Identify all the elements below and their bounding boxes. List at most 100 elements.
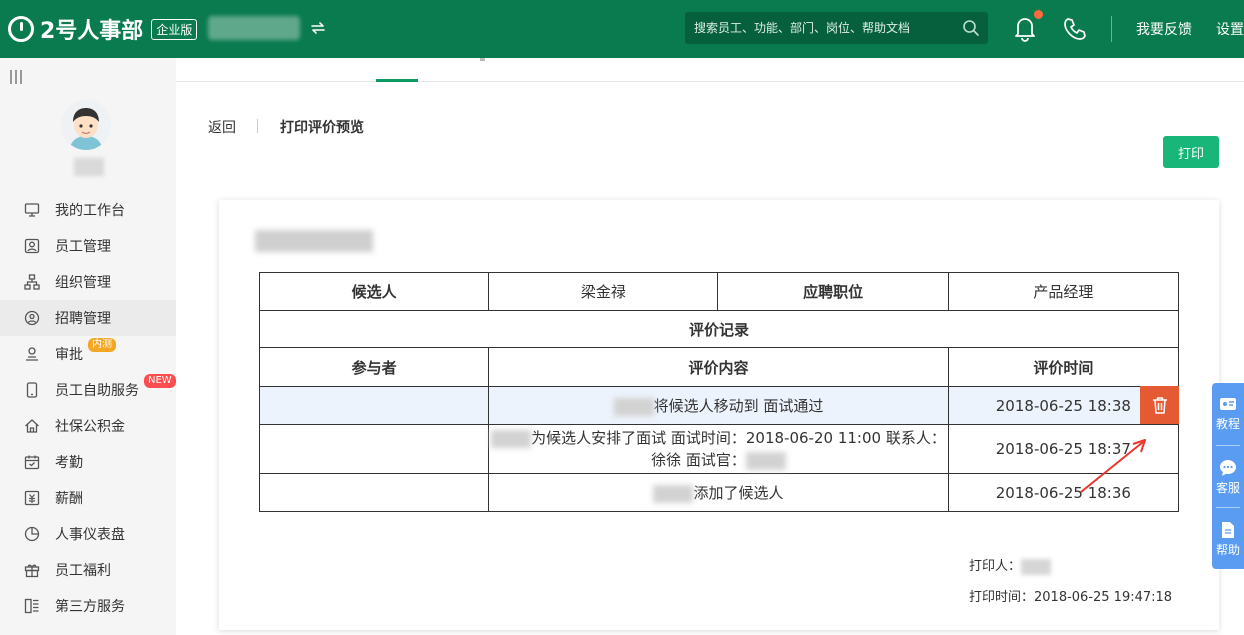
sidebar-item-benefits[interactable]: 员工福利 bbox=[0, 552, 176, 588]
feedback-link[interactable]: 我要反馈 bbox=[1136, 19, 1192, 39]
sidebar-item-approval[interactable]: 审批 内测 bbox=[0, 336, 176, 372]
sidebar-item-self-service[interactable]: 员工自助服务 NEW bbox=[0, 372, 176, 408]
switch-company-icon[interactable] bbox=[308, 18, 328, 38]
sidebar-item-label: 我的工作台 bbox=[55, 203, 125, 219]
print-preview-card: 候选人 梁金禄 应聘职位 产品经理 评价记录 参与者 评价内容 评价时间 将候选… bbox=[219, 200, 1219, 630]
content-cell: 为候选人安排了面试 面试时间：2018-06-20 11:00 联系人： 徐徐 … bbox=[488, 424, 949, 474]
notification-dot bbox=[1034, 10, 1043, 19]
table-row[interactable]: 为候选人安排了面试 面试时间：2018-06-20 11:00 联系人： 徐徐 … bbox=[258, 424, 1180, 474]
logo-clock-icon bbox=[8, 16, 34, 42]
collapse-sidebar-icon[interactable] bbox=[10, 70, 22, 84]
sidebar-item-label: 员工福利 bbox=[55, 563, 111, 579]
content-text: 将候选人移动到 面试通过 bbox=[653, 397, 824, 415]
calendar-icon bbox=[24, 455, 40, 470]
sidebar-item-employees[interactable]: 员工管理 bbox=[0, 228, 176, 264]
beta-badge: 内测 bbox=[88, 338, 116, 352]
sidebar-item-social-security[interactable]: 社保公积金 bbox=[0, 408, 176, 444]
sidebar-item-label: 人事仪表盘 bbox=[55, 527, 125, 543]
sidebar-item-workbench[interactable]: 我的工作台 bbox=[0, 192, 176, 228]
participant-cell bbox=[258, 386, 490, 425]
customer-service-button[interactable]: 客服 bbox=[1212, 459, 1244, 496]
notification-bell-icon[interactable] bbox=[1012, 14, 1038, 42]
back-link[interactable]: 返回 bbox=[208, 117, 236, 137]
sidebar-item-salary[interactable]: 薪酬 bbox=[0, 480, 176, 516]
delete-button[interactable] bbox=[1140, 386, 1179, 424]
avatar-cartoon-icon bbox=[61, 100, 111, 150]
org-chart-icon bbox=[24, 274, 40, 290]
section-title: 评价记录 bbox=[259, 310, 1179, 348]
sidebar-item-third-party[interactable]: 第三方服务 bbox=[0, 588, 176, 624]
sidebar-item-dashboard[interactable]: 人事仪表盘 bbox=[0, 516, 176, 552]
trash-icon bbox=[1152, 397, 1167, 414]
company-name-redacted[interactable] bbox=[208, 16, 300, 40]
sidebar-item-label: 员工自助服务 bbox=[55, 383, 139, 399]
sidebar-item-label: 组织管理 bbox=[55, 275, 111, 291]
sidebar-item-label: 招聘管理 bbox=[55, 311, 111, 327]
sidebar-item-organization[interactable]: 组织管理 bbox=[0, 264, 176, 300]
phone-icon[interactable] bbox=[1062, 16, 1088, 42]
printer-info: 打印人： bbox=[969, 555, 1052, 575]
header-divider bbox=[1111, 16, 1112, 42]
top-bar: 2号人事部 企业版 我要反馈 设置 bbox=[0, 0, 1244, 58]
col-participant: 参与者 bbox=[258, 347, 490, 387]
apps-icon bbox=[24, 598, 39, 614]
sidebar-item-recruitment[interactable]: 招聘管理 bbox=[0, 300, 176, 336]
redacted-name bbox=[613, 397, 654, 416]
redacted-name bbox=[745, 451, 786, 470]
redacted-name bbox=[491, 429, 532, 448]
avatar[interactable] bbox=[61, 100, 111, 150]
settings-link[interactable]: 设置 bbox=[1216, 19, 1244, 39]
money-icon bbox=[24, 490, 40, 506]
content-cell: 添加了候选人 bbox=[488, 473, 949, 512]
table-row[interactable]: 将候选人移动到 面试通过 2018-06-25 18:38 bbox=[258, 386, 1180, 425]
gift-icon bbox=[24, 564, 40, 578]
print-time: 打印时间：2018-06-25 19:47:18 bbox=[969, 590, 1173, 605]
float-divider bbox=[1216, 507, 1240, 508]
content-text: 徐徐 面试官： bbox=[651, 451, 746, 469]
logo[interactable]: 2号人事部 企业版 bbox=[8, 12, 198, 46]
printer-name-redacted bbox=[1021, 558, 1052, 575]
global-search bbox=[685, 12, 988, 44]
sidebar-item-label: 薪酬 bbox=[55, 491, 83, 507]
float-divider bbox=[1216, 445, 1240, 446]
person-card-icon bbox=[24, 238, 40, 254]
sidebar-item-label: 员工管理 bbox=[55, 239, 111, 255]
search-input[interactable] bbox=[685, 12, 955, 44]
active-tab-indicator bbox=[376, 79, 418, 82]
sidebar-menu: 我的工作台 员工管理 组织管理 招聘管理 审批 内测 员工自助服务 NEW 社保… bbox=[0, 192, 176, 624]
tutorial-icon bbox=[1220, 398, 1236, 410]
floating-help-bar: 教程 客服 帮助 bbox=[1212, 383, 1244, 569]
sidebar-item-label: 考勤 bbox=[55, 455, 83, 471]
new-badge: NEW bbox=[144, 374, 176, 388]
tab-bar-divider bbox=[176, 81, 1244, 82]
tutorial-label: 教程 bbox=[1215, 417, 1240, 431]
candidate-name: 梁金禄 bbox=[488, 272, 719, 311]
help-button[interactable]: 帮助 bbox=[1212, 521, 1244, 558]
sidebar-item-attendance[interactable]: 考勤 bbox=[0, 444, 176, 480]
tutorial-button[interactable]: 教程 bbox=[1212, 397, 1244, 432]
edition-badge: 企业版 bbox=[151, 18, 198, 40]
table-row-header: 参与者 评价内容 评价时间 bbox=[258, 347, 1180, 387]
sidebar: 我的工作台 员工管理 组织管理 招聘管理 审批 内测 员工自助服务 NEW 社保… bbox=[0, 58, 176, 635]
sidebar-item-label: 审批 bbox=[55, 347, 83, 363]
participant-cell bbox=[258, 424, 490, 474]
time-cell: 2018-06-25 18:38 bbox=[947, 386, 1180, 425]
pie-chart-icon bbox=[24, 526, 40, 542]
table-row-candidate: 候选人 梁金禄 应聘职位 产品经理 bbox=[258, 272, 1180, 311]
breadcrumb-separator bbox=[257, 119, 258, 133]
col-content: 评价内容 bbox=[488, 347, 949, 387]
content-cell: 将候选人移动到 面试通过 bbox=[488, 386, 949, 425]
search-icon[interactable] bbox=[962, 19, 980, 37]
help-label: 帮助 bbox=[1215, 543, 1240, 557]
table-row[interactable]: 添加了候选人 2018-06-25 18:36 bbox=[258, 473, 1180, 512]
service-label: 客服 bbox=[1215, 481, 1240, 495]
position-label: 应聘职位 bbox=[717, 272, 949, 311]
evaluation-table: 候选人 梁金禄 应聘职位 产品经理 评价记录 参与者 评价内容 评价时间 将候选… bbox=[258, 272, 1180, 512]
mobile-icon bbox=[26, 382, 38, 398]
content-text: 添加了候选人 bbox=[693, 484, 784, 502]
print-button[interactable]: 打印 bbox=[1163, 136, 1219, 168]
candidate-label: 候选人 bbox=[258, 272, 490, 311]
page-title: 打印评价预览 bbox=[280, 120, 364, 136]
chat-icon bbox=[1220, 460, 1236, 476]
printer-label: 打印人： bbox=[969, 559, 1022, 574]
